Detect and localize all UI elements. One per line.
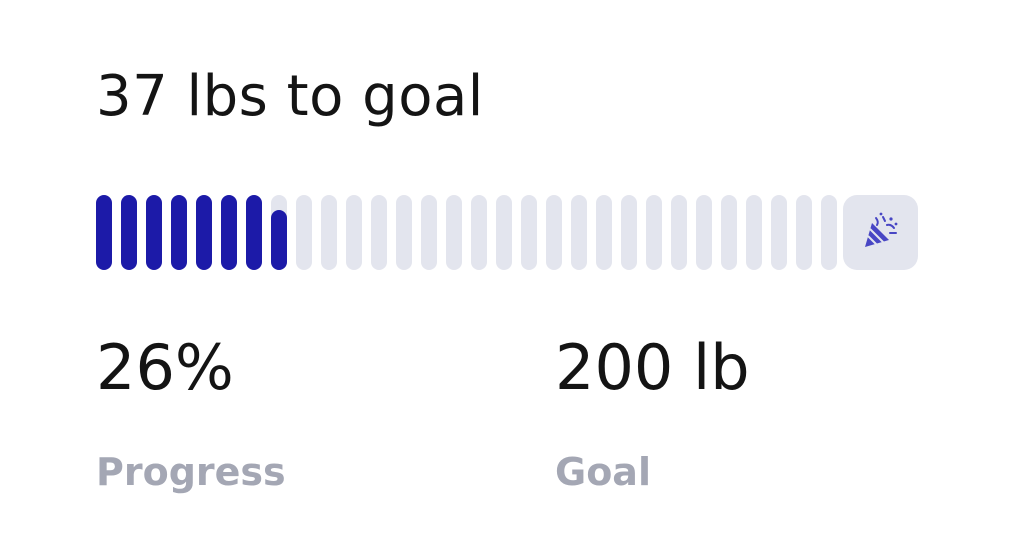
- progress-segment-empty: [296, 195, 312, 270]
- party-popper-icon: [861, 211, 901, 255]
- goal-badge: [843, 195, 918, 270]
- progress-segment-partial: [271, 210, 287, 270]
- progress-segment-filled: [196, 195, 212, 270]
- progress-segment-empty: [346, 195, 362, 270]
- goal-label: Goal: [555, 450, 651, 494]
- progress-segment-filled: [171, 195, 187, 270]
- progress-segment-empty: [496, 195, 512, 270]
- progress-percent-value: 26%: [96, 331, 234, 404]
- progress-segment-empty: [621, 195, 637, 270]
- progress-label: Progress: [96, 450, 286, 494]
- progress-segment-empty: [571, 195, 587, 270]
- progress-segment-empty: [771, 195, 787, 270]
- progress-segment-empty: [746, 195, 762, 270]
- progress-segment-empty: [721, 195, 737, 270]
- progress-bar: [96, 195, 918, 270]
- progress-segment-filled: [146, 195, 162, 270]
- progress-segment-empty: [371, 195, 387, 270]
- progress-segment-empty: [821, 195, 837, 270]
- progress-segment-empty: [446, 195, 462, 270]
- progress-segment-empty: [521, 195, 537, 270]
- goal-remaining-title: 37 lbs to goal: [96, 64, 484, 129]
- goal-weight-value: 200 lb: [555, 331, 750, 404]
- progress-segment-empty: [646, 195, 662, 270]
- progress-segment-empty: [796, 195, 812, 270]
- progress-segment-empty: [471, 195, 487, 270]
- progress-segment-empty: [321, 195, 337, 270]
- progress-segment-empty: [421, 195, 437, 270]
- progress-segment-filled: [246, 195, 262, 270]
- goal-progress-card: 37 lbs to goal 26% Progress 200 lb Goal: [0, 0, 1014, 552]
- progress-segment-filled: [96, 195, 112, 270]
- progress-segment-empty: [696, 195, 712, 270]
- progress-segment-empty: [596, 195, 612, 270]
- progress-segment-filled: [121, 195, 137, 270]
- progress-segment-empty: [546, 195, 562, 270]
- progress-segment-empty: [671, 195, 687, 270]
- progress-segment-empty: [396, 195, 412, 270]
- progress-segment-filled: [221, 195, 237, 270]
